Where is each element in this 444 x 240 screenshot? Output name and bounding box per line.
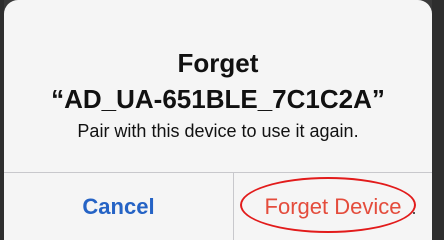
device-name: “AD_UA-651BLE_7C1C2A” [51, 84, 385, 114]
alert-message: Pair with this device to use it again. [77, 121, 359, 141]
cancel-button[interactable]: Cancel [4, 173, 233, 240]
backdrop-right [432, 0, 444, 240]
forget-device-button[interactable]: Forget Device [234, 173, 432, 240]
forget-device-alert: Forget “AD_UA-651BLE_7C1C2A” Pair with t… [4, 0, 432, 240]
alert-title: Forget [177, 48, 259, 78]
annotation-dot [413, 212, 415, 214]
